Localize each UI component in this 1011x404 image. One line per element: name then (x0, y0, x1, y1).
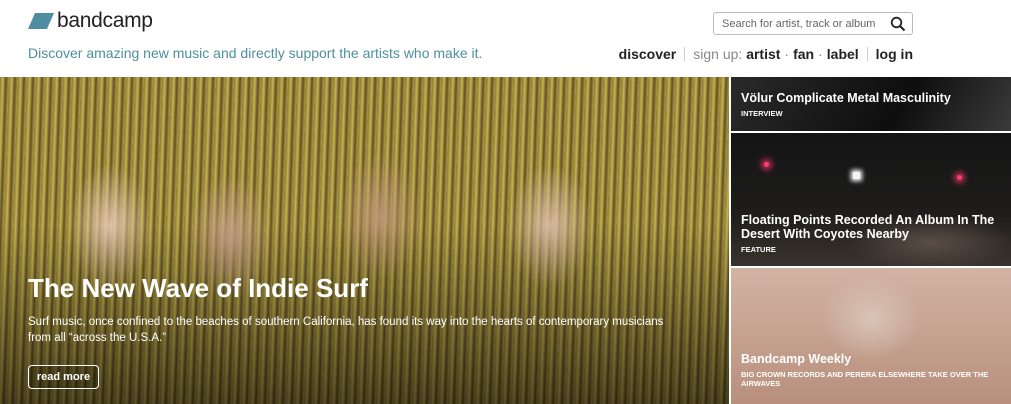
signup-artist-link[interactable]: artist (746, 46, 780, 62)
read-more-button[interactable]: read more (28, 365, 99, 389)
stage-light-image (853, 172, 860, 179)
bandcamp-logo[interactable]: bandcamp (28, 9, 153, 33)
feature-tile-category: FEATURE (741, 245, 776, 254)
logo-wordmark: bandcamp (57, 9, 153, 32)
feature-tile-volur[interactable]: Völur Complicate Metal Masculinity INTER… (731, 77, 1011, 131)
login-link[interactable]: log in (876, 46, 913, 62)
hero-feature[interactable]: The New Wave of Indie Surf Surf music, o… (0, 77, 729, 404)
signup-label: sign up: (693, 46, 743, 62)
stage-light-image (764, 162, 769, 167)
bandcamp-logo-icon (28, 13, 54, 29)
signup-label-link[interactable]: label (827, 46, 859, 62)
nav-discover-link[interactable]: discover (619, 46, 677, 62)
search-icon[interactable] (890, 16, 906, 32)
feature-tile-title[interactable]: Völur Complicate Metal Masculinity (741, 91, 1001, 105)
signup-fan-link[interactable]: fan (793, 46, 814, 62)
feature-tile-title[interactable]: Floating Points Recorded An Album In The… (741, 213, 1001, 241)
search-input[interactable] (722, 16, 882, 31)
feature-tile-bandcamp-weekly[interactable]: Bandcamp Weekly BIG CROWN RECORDS AND PE… (731, 268, 1011, 404)
feature-tile-title[interactable]: Bandcamp Weekly (741, 352, 1001, 366)
nav-dot: · (784, 46, 790, 62)
feature-tile-category: INTERVIEW (741, 109, 783, 118)
top-nav: discover sign up: artist · fan · label l… (619, 46, 913, 62)
feature-tile-category: BIG CROWN RECORDS AND PERERA ELSEWHERE T… (741, 370, 989, 388)
nav-divider (866, 47, 868, 61)
nav-dot: · (818, 46, 823, 62)
stage-light-image (957, 175, 962, 180)
site-header: bandcamp Discover amazing new music and … (0, 0, 1011, 77)
nav-divider (684, 47, 686, 61)
hero-description: Surf music, once confined to the beaches… (28, 316, 664, 344)
tagline: Discover amazing new music and directly … (28, 45, 483, 61)
hero-title[interactable]: The New Wave of Indie Surf (28, 273, 368, 304)
search-box[interactable] (713, 12, 913, 35)
feature-tile-floating-points[interactable]: Floating Points Recorded An Album In The… (731, 133, 1011, 266)
